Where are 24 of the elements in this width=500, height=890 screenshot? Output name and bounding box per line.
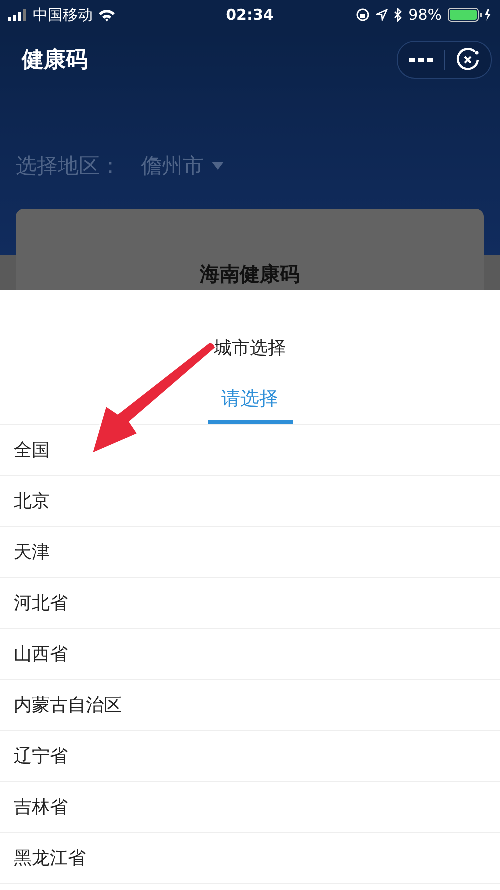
sheet-title: 城市选择: [214, 337, 286, 360]
battery-icon: [448, 8, 492, 22]
page-title: 健康码: [22, 47, 88, 75]
more-icon: [409, 57, 433, 63]
city-list-item[interactable]: 吉林省: [0, 782, 500, 833]
city-list-item[interactable]: 河北省: [0, 578, 500, 629]
card-title: 海南健康码: [200, 262, 300, 286]
dropdown-caret-icon: [212, 162, 224, 170]
close-icon: [455, 47, 481, 73]
signal-icon: [8, 9, 28, 21]
location-icon: [376, 9, 388, 21]
rotation-lock-icon: [356, 8, 370, 22]
battery-percent: 98%: [408, 6, 442, 24]
city-list-item[interactable]: 辽宁省: [0, 731, 500, 782]
city-list-item[interactable]: 北京: [0, 476, 500, 527]
city-list-item[interactable]: 山西省: [0, 629, 500, 680]
city-list-item[interactable]: 黑龙江省: [0, 833, 500, 884]
bluetooth-icon: [394, 8, 403, 22]
carrier-name: 中国移动: [33, 6, 93, 24]
city-list-item[interactable]: 天津: [0, 527, 500, 578]
wifi-icon: [98, 8, 116, 22]
clock-time: 02:34: [226, 6, 274, 24]
city-list-item[interactable]: 内蒙古自治区: [0, 680, 500, 731]
region-label: 选择地区：: [16, 153, 121, 180]
